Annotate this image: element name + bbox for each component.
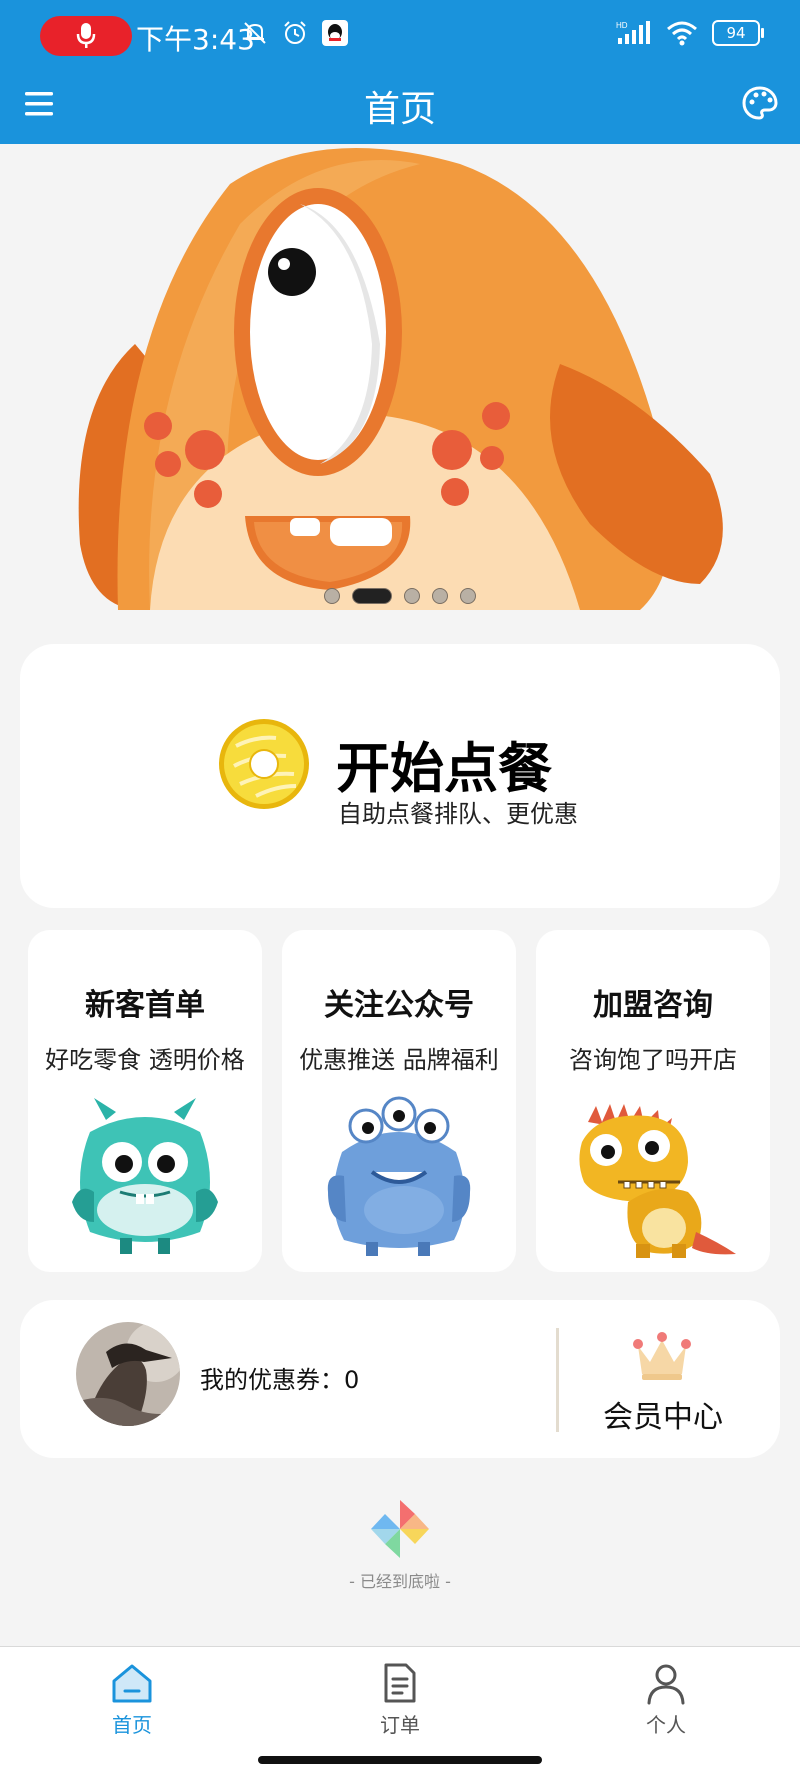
bell-off-icon: [244, 22, 266, 44]
tile-title: 关注公众号: [324, 988, 474, 1023]
tab-profile[interactable]: 个人: [606, 1661, 726, 1738]
crown-icon: [633, 1332, 691, 1380]
home-icon: [112, 1664, 152, 1703]
alarm-icon: [284, 21, 306, 44]
tile-subtitle: 咨询饱了吗开店: [569, 1046, 737, 1074]
page-title: 首页: [363, 89, 436, 130]
palette-icon[interactable]: [740, 84, 780, 124]
recording-indicator[interactable]: [40, 16, 132, 56]
tile-franchise[interactable]: 加盟咨询 咨询饱了吗开店: [536, 930, 770, 1272]
member-card: 我的优惠券：0 会员中心: [20, 1300, 780, 1458]
cellular-signal-icon: HD: [616, 21, 650, 44]
tile-subtitle: 好吃零食 透明价格: [45, 1046, 245, 1074]
teal-monster-icon: [72, 1098, 218, 1254]
profile-icon: [647, 1664, 685, 1705]
tab-label: 订单: [380, 1713, 420, 1737]
end-of-list: - 已经到底啦 -: [0, 1498, 800, 1592]
avatar[interactable]: [76, 1322, 180, 1426]
navigation-bar: 首页: [0, 70, 800, 144]
blue-monster-icon: [327, 1096, 471, 1256]
start-ordering-card[interactable]: 开始点餐 自助点餐排队、更优惠: [20, 644, 780, 908]
tab-home[interactable]: 首页: [72, 1661, 192, 1738]
tab-orders[interactable]: 订单: [340, 1661, 460, 1738]
carousel-dot[interactable]: [432, 588, 448, 604]
qq-icon: [322, 20, 348, 46]
svg-text:HD: HD: [616, 21, 628, 30]
start-ordering-subtitle: 自助点餐排队、更优惠: [338, 800, 578, 828]
my-coupons[interactable]: 我的优惠券：0: [200, 1360, 359, 1395]
tile-title: 新客首单: [85, 988, 205, 1023]
donut-icon: [219, 719, 309, 809]
end-text: - 已经到底啦 -: [349, 1572, 451, 1591]
banner-carousel[interactable]: [0, 144, 800, 610]
tile-follow-account[interactable]: 关注公众号 优惠推送 品牌福利: [282, 930, 516, 1272]
tile-title: 加盟咨询: [593, 988, 713, 1023]
tile-subtitle: 优惠推送 品牌福利: [299, 1046, 499, 1074]
order-icon: [384, 1663, 416, 1703]
divider: [556, 1328, 559, 1432]
microphone-icon: [76, 23, 96, 48]
status-bar: 下午3:43 HD 94: [0, 0, 800, 70]
avatar-image: [76, 1322, 180, 1426]
pinwheel-icon: [371, 1500, 429, 1558]
wifi-icon: [667, 21, 697, 46]
tab-label: 首页: [112, 1713, 152, 1737]
tile-new-customer[interactable]: 新客首单 好吃零食 透明价格: [28, 930, 262, 1272]
yellow-dino-icon: [579, 1104, 736, 1258]
battery-icon: 94: [712, 20, 764, 46]
tab-label: 个人: [646, 1713, 686, 1737]
carousel-dot[interactable]: [404, 588, 420, 604]
orange-monster-illustration: [78, 148, 723, 610]
carousel-dot[interactable]: [324, 588, 340, 604]
top-bar: 下午3:43 HD 94 首页: [0, 0, 800, 144]
home-indicator: [258, 1756, 542, 1764]
carousel-dot[interactable]: [460, 588, 476, 604]
carousel-dot-active[interactable]: [352, 588, 392, 604]
carousel-indicators: [0, 588, 800, 604]
start-ordering-title: 开始点餐: [336, 737, 552, 800]
feature-tiles: 新客首单 好吃零食 透明价格 关注公众号 优惠推送 品牌福利 加盟咨询 咨询饱了…: [28, 930, 772, 1272]
status-time: 下午3:43: [136, 23, 255, 56]
member-center-button[interactable]: 会员中心: [580, 1392, 746, 1436]
